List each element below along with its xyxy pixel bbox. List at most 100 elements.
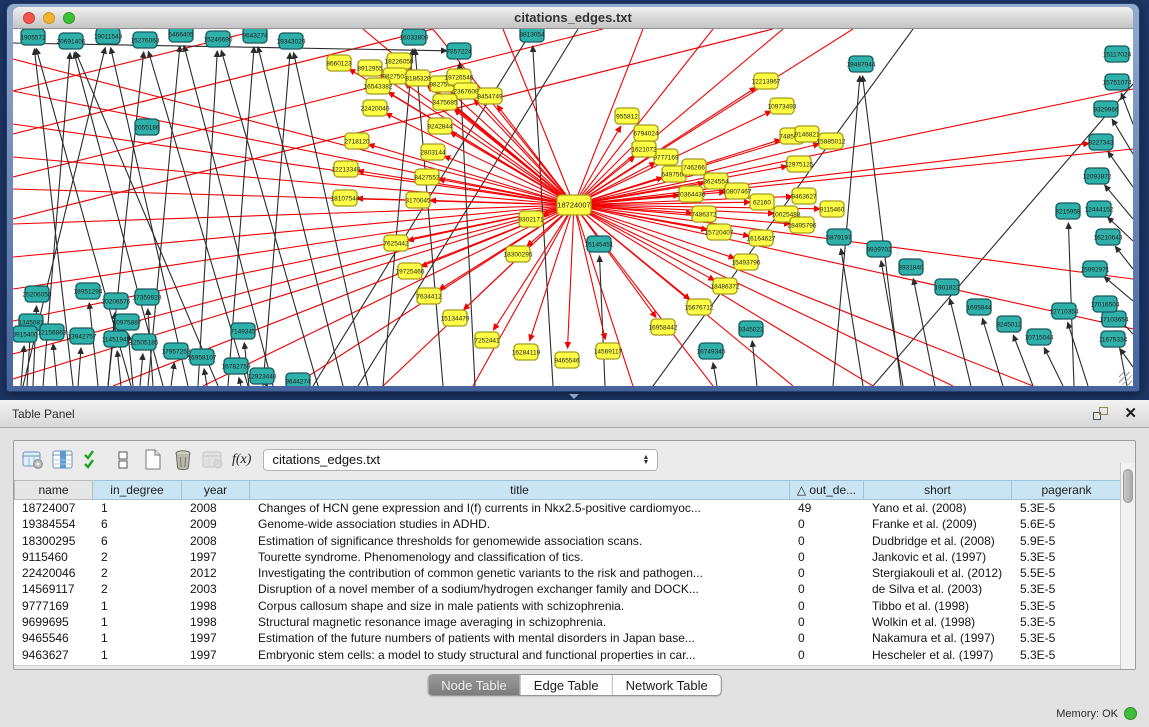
graph-node[interactable]: 12505185 [130, 334, 159, 350]
graph-node[interactable]: 16210643 [1094, 229, 1123, 245]
graph-node[interactable]: 16033809 [400, 29, 429, 45]
tab-edge-table[interactable]: Edge Table [520, 675, 612, 695]
graph-node[interactable]: 12213349 [332, 161, 361, 177]
graph-node[interactable]: 9242844 [427, 118, 453, 134]
column-header[interactable]: △ out_de... [790, 480, 864, 500]
graph-node[interactable]: 20364436 [677, 186, 706, 202]
graph-node[interactable]: 9777169 [653, 149, 679, 165]
graph-node[interactable]: 7857224 [446, 43, 472, 59]
column-header[interactable]: title [250, 480, 790, 500]
table-scrollbar-thumb[interactable] [1123, 469, 1133, 503]
graph-node[interactable]: 12093872 [1083, 168, 1112, 184]
graph-node[interactable]: 16164627 [747, 230, 776, 246]
table-row[interactable]: 1938455462009Genome-wide association stu… [14, 516, 1135, 532]
graph-node[interactable]: 22420046 [361, 100, 390, 116]
show-columns-icon[interactable] [50, 447, 76, 473]
graph-node[interactable]: 9245012 [996, 316, 1022, 332]
graph-node[interactable]: 7634412 [416, 288, 442, 304]
graph-node[interactable]: 17016504 [1091, 296, 1120, 312]
graph-node[interactable]: 8215958 [1055, 203, 1081, 219]
graph-node[interactable]: 16958442 [649, 319, 678, 335]
table-row[interactable]: 2242004622012Investigating the contribut… [14, 565, 1135, 581]
graph-node[interactable]: 9463627 [791, 188, 817, 204]
column-header[interactable]: year [182, 480, 250, 500]
graph-node[interactable]: 15246690 [204, 31, 233, 47]
table-row[interactable]: 977716911998Corpus callosum shape and si… [14, 598, 1135, 614]
delete-column-icon[interactable] [170, 447, 196, 473]
tab-network-table[interactable]: Network Table [612, 675, 721, 695]
graph-node[interactable]: 7149345 [230, 323, 256, 339]
graph-node[interactable]: 16284119 [512, 344, 541, 360]
graph-node[interactable]: 17103654 [1100, 311, 1129, 327]
graph-node[interactable]: 12975125 [785, 156, 814, 172]
graph-node[interactable]: 15992971 [1081, 261, 1110, 277]
column-header[interactable]: short [864, 480, 1012, 500]
table-settings-icon[interactable] [20, 447, 46, 473]
table-row[interactable]: 946554611997Estimation of the future num… [14, 630, 1135, 646]
graph-node[interactable]: 12156863 [38, 324, 67, 340]
graph-node[interactable]: 16543382 [364, 78, 393, 94]
graph-node[interactable]: 18486372 [711, 278, 740, 294]
graph-node[interactable]: 3931840 [898, 259, 924, 275]
graph-node[interactable]: 10807467 [723, 183, 752, 199]
table-row[interactable]: 1872400712008Changes of HCN gene express… [14, 500, 1135, 516]
graph-node[interactable]: 9115460 [820, 201, 845, 217]
row-height-icon[interactable] [110, 447, 136, 473]
table-row[interactable]: 969969511998Structural magnetic resonanc… [14, 614, 1135, 630]
graph-node[interactable]: 746266 [682, 159, 706, 175]
table-row[interactable]: 1830029562008Estimation of significance … [14, 533, 1135, 549]
graph-node[interactable]: 12213967 [752, 73, 781, 89]
graph-node[interactable]: 8454749 [477, 88, 503, 104]
table-row[interactable]: 911546021997Tourette syndrome. Phenomeno… [14, 549, 1135, 565]
graph-node[interactable]: 10973493 [768, 98, 797, 114]
window-resize-grip[interactable] [1119, 372, 1132, 385]
graph-node[interactable]: 9465546 [554, 352, 580, 368]
create-column-icon[interactable] [140, 447, 166, 473]
graph-node[interactable]: 18107544 [331, 190, 360, 206]
graph-node[interactable]: 20691406 [57, 33, 86, 49]
graph-node[interactable]: 12444152 [1085, 201, 1114, 217]
graph-node[interactable]: 28495796 [788, 217, 817, 233]
graph-node[interactable]: 15145451 [585, 236, 614, 252]
graph-node[interactable]: 9345022 [738, 321, 764, 337]
graph-node[interactable]: 17359928 [133, 289, 162, 305]
graph-node[interactable]: 19343029 [277, 33, 306, 49]
graph-node[interactable]: 8912955 [357, 60, 383, 76]
delete-table-icon[interactable] [200, 447, 226, 473]
splitter-handle[interactable] [569, 394, 579, 399]
graph-node[interactable]: 10715044 [1025, 329, 1054, 345]
graph-node[interactable]: 18724007 [557, 195, 591, 215]
graph-node[interactable]: 8186328 [405, 70, 431, 86]
graph-node[interactable]: 20206576 [102, 293, 131, 309]
network-svg[interactable]: 1872400786601238912955182260589827503165… [13, 29, 1133, 386]
graph-node[interactable]: 9644274 [285, 373, 311, 386]
graph-node[interactable]: 11675334 [1099, 331, 1128, 347]
graph-node[interactable]: 6794024 [633, 125, 659, 141]
graph-node[interactable]: 16958107 [188, 349, 217, 365]
graph-node[interactable]: 3475685 [432, 94, 458, 110]
graph-node[interactable]: 18226058 [385, 53, 414, 69]
graph-node[interactable]: 15493796 [732, 254, 761, 270]
graph-node[interactable]: 9643274 [242, 29, 268, 43]
graph-node[interactable]: 18300295 [504, 246, 533, 262]
graph-node[interactable]: 15751074 [1103, 74, 1132, 90]
graph-node[interactable]: 18951294 [74, 283, 103, 299]
graph-node[interactable]: 15885012 [817, 133, 846, 149]
graph-node[interactable]: 7486372 [691, 206, 717, 222]
graph-node[interactable]: 8427552 [414, 169, 440, 185]
table-row[interactable]: 946362711997Embryonic stem cells: a mode… [14, 647, 1135, 663]
graph-node[interactable]: 2803144 [420, 144, 446, 160]
graph-node[interactable]: 10975887 [113, 314, 142, 330]
graph-node[interactable]: 12923448 [248, 368, 277, 384]
graph-node[interactable]: 9939702 [866, 241, 892, 257]
graph-node[interactable]: 13942757 [68, 328, 97, 344]
graph-node[interactable]: 15676712 [685, 299, 714, 315]
graph-node[interactable]: 3915400 [13, 326, 38, 342]
graph-node[interactable]: 6879197 [826, 229, 852, 245]
graph-node[interactable]: 6466405 [168, 29, 194, 42]
graph-node[interactable]: 11451945 [102, 331, 131, 347]
graph-node[interactable]: 17957253 [162, 343, 191, 359]
graph-node[interactable]: 12710354 [1050, 303, 1079, 319]
float-panel-icon[interactable] [1093, 407, 1108, 420]
graph-node[interactable]: 3170045 [405, 192, 431, 208]
